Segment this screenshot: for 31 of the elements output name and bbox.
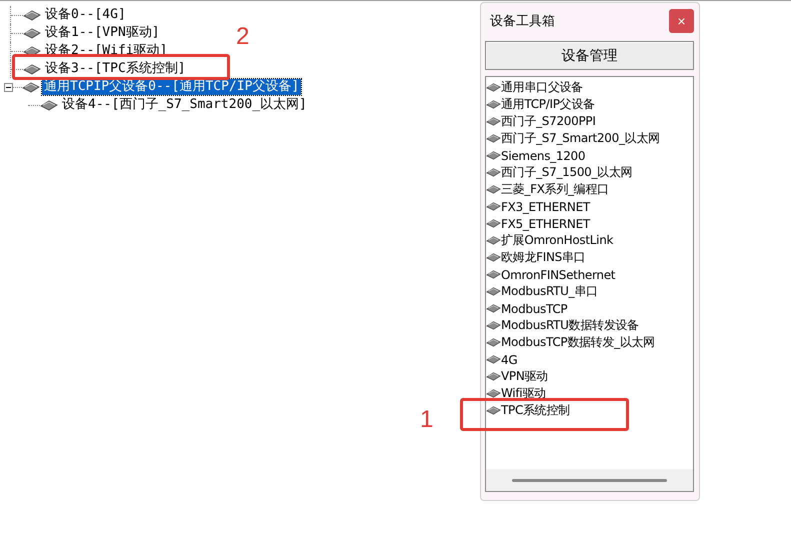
device-manage-button[interactable]: 设备管理 [485,41,694,70]
scrollbar[interactable] [486,469,693,491]
list-item[interactable]: 扩展OmronHostLink [501,232,614,249]
tree-item[interactable]: 设备0--[4G] [43,7,128,23]
list-item[interactable]: OmronFINSethernet [501,268,616,282]
list-item[interactable]: TPC系统控制 [501,402,570,419]
list-item[interactable]: VPN驱动 [501,368,548,385]
list-item[interactable]: 三菱_FX系列_编程口 [501,181,609,198]
list-item[interactable]: ModbusTCP [501,302,568,316]
list-item[interactable]: ModbusRTU数据转发设备 [501,317,639,334]
tree-item[interactable]: 设备3--[TPC系统控制] [43,61,188,77]
tree-item[interactable]: 设备4--[西门子_S7_Smart200_以太网] [60,97,309,113]
tree-item[interactable]: 设备1--[VPN驱动] [43,25,162,41]
annotation-number: 2 [236,23,250,51]
list-item[interactable]: 西门子_S7200PPI [501,113,596,130]
panel-title: 设备工具箱 [489,13,555,30]
list-item[interactable]: Wifi驱动 [501,385,546,402]
list-item[interactable]: 4G [501,352,518,366]
list-item[interactable]: 西门子_S7_1500_以太网 [501,164,632,181]
list-item[interactable]: 西门子_S7_Smart200_以太网 [501,130,660,147]
list-item[interactable]: FX3_ETHERNET [501,200,590,214]
list-item[interactable]: Siemens_1200 [501,148,586,162]
annotation-number: 1 [420,406,434,434]
list-item[interactable]: 通用串口父设备 [501,79,583,96]
list-item[interactable]: FX5_ETHERNET [501,216,590,230]
list-item[interactable]: ModbusTCP数据转发_以太网 [501,334,655,351]
close-button[interactable]: × [669,9,694,33]
list-item[interactable]: ModbusRTU_串口 [501,283,598,300]
collapse-icon[interactable] [4,83,13,92]
list-item[interactable]: 通用TCP/IP父设备 [501,96,595,113]
list-item[interactable]: 欧姆龙FINS串口 [501,249,586,266]
